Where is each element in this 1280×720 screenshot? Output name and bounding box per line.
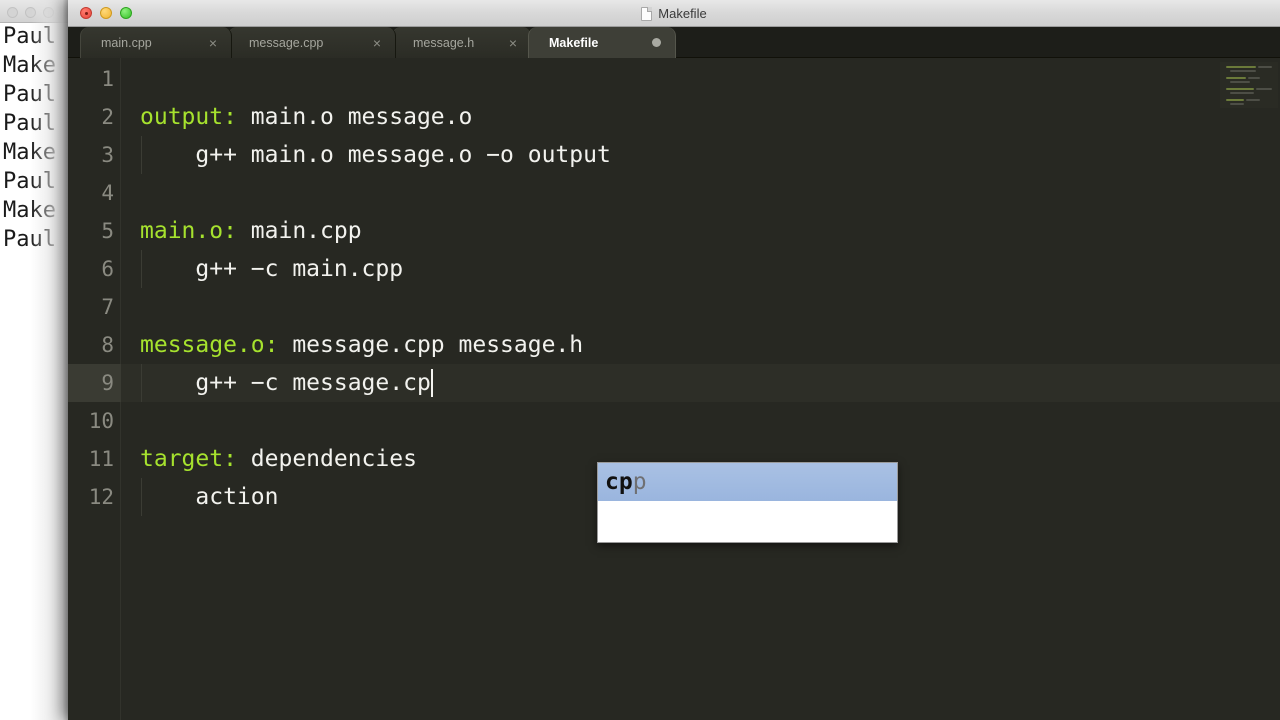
background-window-titlebar (0, 0, 68, 23)
window-title: Makefile (658, 6, 707, 21)
tab-label: Makefile (549, 35, 599, 50)
minimap-line (1230, 70, 1256, 72)
tab-label: main.cpp (101, 35, 152, 50)
minimap-line (1226, 77, 1246, 79)
code-line[interactable]: main.o: main.cpp (140, 212, 362, 250)
line-number: 12 (88, 485, 114, 509)
autocomplete-item[interactable]: cp p (598, 463, 897, 501)
code-line[interactable]: g++ main.o message.o −o output (140, 136, 611, 174)
line-number: 11 (88, 447, 114, 471)
background-text-line: Make (3, 198, 56, 223)
makefile-target-token: output: (140, 104, 237, 130)
window-title-group: Makefile (68, 0, 1280, 27)
line-number: 4 (101, 181, 114, 205)
code-line[interactable]: output: main.o message.o (140, 98, 472, 136)
autocomplete-matched-text: cp (605, 469, 633, 495)
tab-bar: main.cpp × message.cpp × message.h × Makefile (68, 27, 1280, 58)
tab-makefile[interactable]: Makefile (528, 27, 676, 58)
background-close-button[interactable] (7, 7, 18, 18)
line-number: 3 (101, 143, 114, 167)
code-token: g++ −c message.cp (140, 370, 431, 396)
background-text-line: Paul (3, 82, 56, 107)
code-editor[interactable]: 1 2 output: main.o message.o 3 g++ main.o m… (68, 58, 1280, 720)
line-number: 6 (101, 257, 114, 281)
minimap-line (1258, 66, 1272, 68)
code-line[interactable]: g++ −c main.cpp (140, 250, 403, 288)
code-token: main.cpp (236, 218, 362, 244)
code-line[interactable]: message.o: message.cpp message.h (140, 326, 583, 364)
line-number: 1 (101, 67, 114, 91)
tab-message-h[interactable]: message.h × (392, 27, 532, 58)
makefile-target-token: message.o: (140, 332, 279, 358)
editor-window: Makefile main.cpp × message.cpp × message.h ×… (68, 0, 1280, 720)
makefile-target-token: target: (140, 446, 237, 472)
tab-close-icon[interactable]: × (209, 36, 217, 50)
code-token: message.cpp message.h (278, 332, 584, 358)
tab-label: message.h (413, 35, 475, 50)
code-token: action (140, 484, 279, 510)
background-text-line: Make (3, 140, 56, 165)
line-number: 5 (101, 219, 114, 243)
background-text-line: Paul (3, 227, 56, 252)
code-token: g++ −c main.cpp (140, 256, 404, 282)
background-text-line: Make (3, 53, 56, 78)
background-maximize-button[interactable] (43, 7, 54, 18)
code-token: g++ main.o message.o −o output (140, 142, 611, 168)
tab-main-cpp[interactable]: main.cpp × (80, 27, 232, 58)
background-text-line: Paul (3, 169, 56, 194)
minimap-line (1226, 99, 1244, 101)
background-minimize-button[interactable] (25, 7, 36, 18)
minimap-line (1230, 103, 1244, 105)
background-window[interactable]: Paul Make Paul Paul Make Paul Make Paul (0, 0, 68, 720)
window-titlebar[interactable]: Makefile (68, 0, 1280, 27)
tab-message-cpp[interactable]: message.cpp × (228, 27, 396, 58)
line-number: 7 (101, 295, 114, 319)
code-token: dependencies (236, 446, 417, 472)
tab-label: message.cpp (249, 35, 324, 50)
minimap-line (1226, 66, 1256, 68)
line-number: 8 (101, 333, 114, 357)
background-text-line: Paul (3, 111, 56, 136)
minimap[interactable] (1220, 62, 1278, 108)
background-window-text: Paul Make Paul Paul Make Paul Make Paul (3, 22, 68, 254)
text-cursor (431, 369, 434, 397)
background-text-line: Paul (3, 24, 56, 49)
code-token: main.o message.o (236, 104, 473, 130)
code-line[interactable]: action (140, 478, 278, 516)
autocomplete-remaining-text: p (632, 469, 647, 495)
line-number: 2 (101, 105, 114, 129)
code-line[interactable]: g++ −c message.cp (140, 364, 431, 402)
minimap-line (1230, 92, 1254, 94)
minimap-line (1248, 77, 1260, 79)
tab-close-icon[interactable]: × (509, 36, 517, 50)
autocomplete-empty-row (598, 501, 897, 542)
minimap-line (1230, 81, 1250, 83)
line-number: 10 (88, 409, 114, 433)
minimap-line (1256, 88, 1272, 90)
autocomplete-popup[interactable]: cp p (597, 462, 898, 543)
document-icon (641, 6, 653, 21)
minimap-line (1246, 99, 1260, 101)
code-line[interactable]: target: dependencies (140, 440, 417, 478)
tab-modified-indicator-icon[interactable] (652, 38, 661, 47)
line-number: 9 (101, 371, 114, 395)
app-root: Paul Make Paul Paul Make Paul Make Paul Makefil… (0, 0, 1280, 720)
minimap-line (1226, 88, 1254, 90)
tab-close-icon[interactable]: × (373, 36, 381, 50)
makefile-target-token: main.o: (140, 218, 237, 244)
